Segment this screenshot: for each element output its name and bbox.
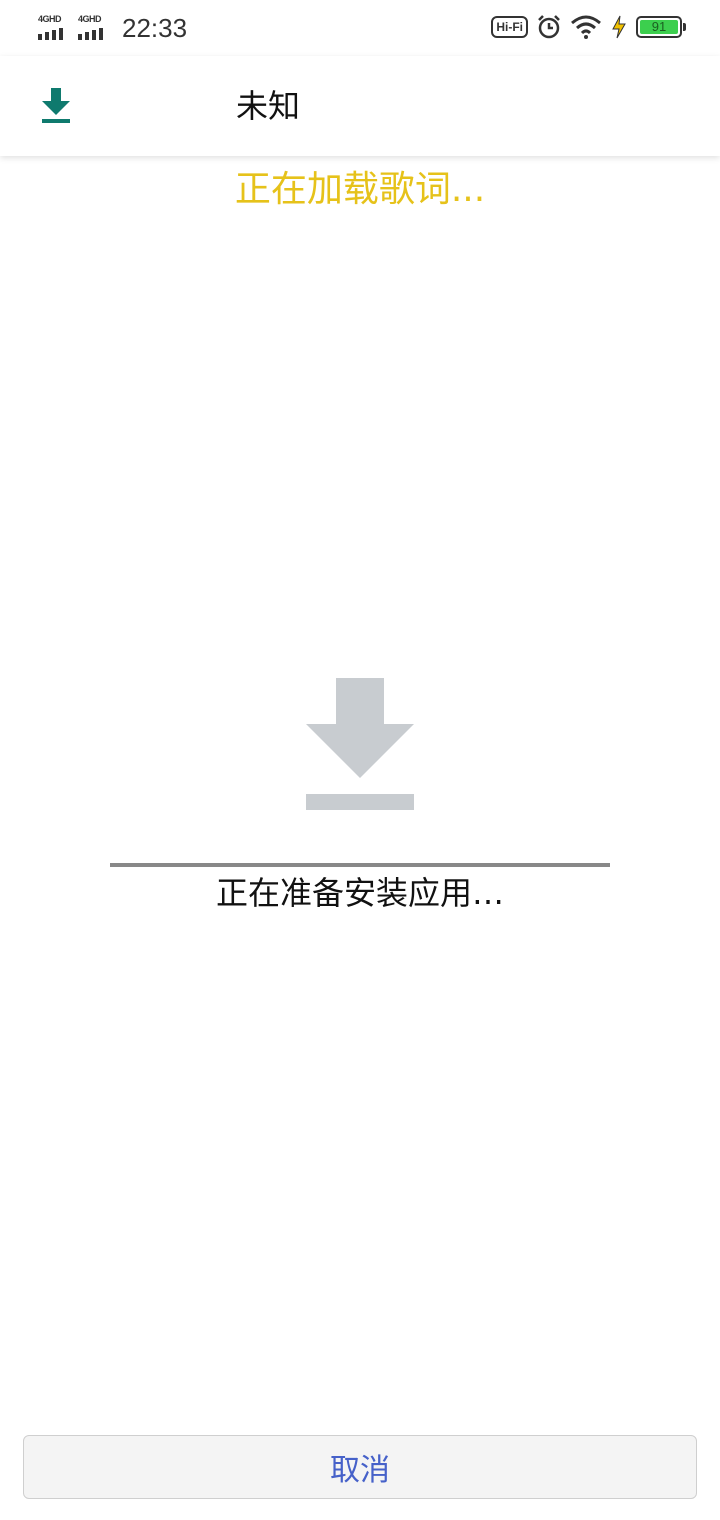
sim1-label: 4GHD (38, 14, 62, 24)
install-progress-fill (110, 863, 610, 867)
alarm-icon (538, 15, 560, 39)
status-bar-right: Hi-Fi 91 (491, 14, 686, 40)
charging-icon (612, 15, 626, 39)
install-progress-bar (110, 863, 610, 867)
install-download-icon (306, 678, 414, 810)
battery-icon: 91 (636, 16, 686, 38)
download-icon[interactable] (38, 86, 74, 126)
wifi-icon (571, 15, 601, 39)
app-bar: 未知 (0, 56, 720, 156)
install-status-text: 正在准备安装应用… (215, 874, 504, 912)
status-time: 22:33 (122, 13, 188, 43)
sim2-signal-icon: 4GHD (78, 14, 110, 42)
battery-level: 91 (640, 20, 678, 34)
lyrics-loading-text: 正在加载歌词... (234, 169, 486, 210)
page-title: 未知 (236, 87, 301, 125)
sim2-label: 4GHD (78, 14, 102, 24)
hifi-badge: Hi-Fi (491, 16, 528, 38)
sim1-signal-icon: 4GHD (38, 14, 70, 42)
cancel-button[interactable]: 取消 (23, 1435, 697, 1499)
status-bar: 4GHD 4GHD 22:33 Hi-Fi 91 (0, 0, 720, 56)
status-bar-left: 4GHD 4GHD 22:33 (38, 10, 187, 46)
